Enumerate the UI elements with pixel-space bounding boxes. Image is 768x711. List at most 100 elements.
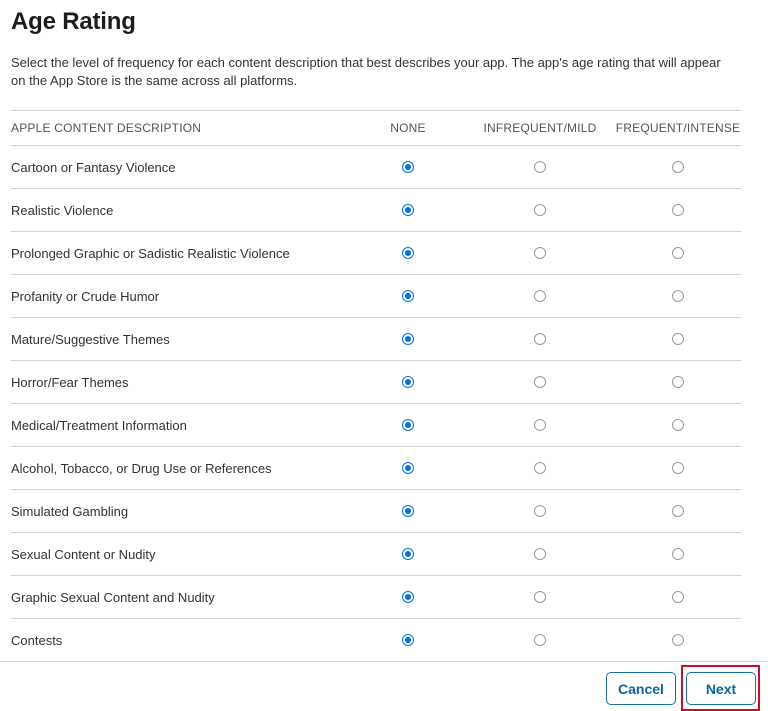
table-body: Cartoon or Fantasy Violence Realistic Vio… [11, 146, 741, 662]
radio-none[interactable] [402, 419, 414, 431]
radio-cell-frequent [608, 275, 748, 317]
page-description: Select the level of frequency for each c… [11, 55, 721, 88]
row-label: Graphic Sexual Content and Nudity [11, 589, 215, 605]
radio-cell-none [338, 576, 478, 618]
radio-infrequent[interactable] [534, 161, 546, 173]
radio-frequent[interactable] [672, 634, 684, 646]
radio-none[interactable] [402, 247, 414, 259]
radio-frequent[interactable] [672, 548, 684, 560]
radio-cell-infrequent [470, 232, 610, 274]
radio-cell-none [338, 490, 478, 532]
radio-frequent[interactable] [672, 247, 684, 259]
radio-infrequent[interactable] [534, 591, 546, 603]
row-label: Mature/Suggestive Themes [11, 331, 170, 347]
radio-frequent[interactable] [672, 161, 684, 173]
table-row: Sexual Content or Nudity [11, 533, 741, 576]
radio-infrequent[interactable] [534, 247, 546, 259]
radio-infrequent[interactable] [534, 505, 546, 517]
content-rating-table: APPLE CONTENT DESCRIPTION NONE INFREQUEN… [11, 110, 741, 662]
radio-none[interactable] [402, 204, 414, 216]
footer-divider [0, 661, 768, 662]
table-row: Horror/Fear Themes [11, 361, 741, 404]
radio-cell-frequent [608, 146, 748, 188]
radio-cell-none [338, 404, 478, 446]
radio-cell-frequent [608, 404, 748, 446]
radio-cell-frequent [608, 189, 748, 231]
radio-frequent[interactable] [672, 204, 684, 216]
radio-frequent[interactable] [672, 290, 684, 302]
radio-infrequent[interactable] [534, 634, 546, 646]
row-label: Medical/Treatment Information [11, 417, 187, 433]
radio-cell-frequent [608, 533, 748, 575]
radio-infrequent[interactable] [534, 419, 546, 431]
radio-infrequent[interactable] [534, 204, 546, 216]
radio-frequent[interactable] [672, 376, 684, 388]
radio-cell-infrequent [470, 189, 610, 231]
row-label: Horror/Fear Themes [11, 374, 129, 390]
radio-none[interactable] [402, 161, 414, 173]
row-label: Realistic Violence [11, 202, 114, 218]
radio-infrequent[interactable] [534, 462, 546, 474]
radio-none[interactable] [402, 462, 414, 474]
radio-cell-frequent [608, 361, 748, 403]
radio-none[interactable] [402, 505, 414, 517]
row-label: Profanity or Crude Humor [11, 288, 160, 304]
radio-frequent[interactable] [672, 462, 684, 474]
radio-infrequent[interactable] [534, 548, 546, 560]
radio-cell-infrequent [470, 533, 610, 575]
radio-frequent[interactable] [672, 333, 684, 345]
radio-none[interactable] [402, 376, 414, 388]
table-row: Cartoon or Fantasy Violence [11, 146, 741, 189]
radio-infrequent[interactable] [534, 333, 546, 345]
column-header-frequent: FREQUENT/INTENSE [615, 121, 741, 135]
radio-cell-frequent [608, 447, 748, 489]
radio-cell-infrequent [470, 619, 610, 661]
radio-infrequent[interactable] [534, 290, 546, 302]
radio-cell-infrequent [470, 361, 610, 403]
radio-none[interactable] [402, 333, 414, 345]
table-row: Prolonged Graphic or Sadistic Realistic … [11, 232, 741, 275]
table-row: Profanity or Crude Humor [11, 275, 741, 318]
radio-none[interactable] [402, 290, 414, 302]
radio-cell-frequent [608, 619, 748, 661]
table-row: Mature/Suggestive Themes [11, 318, 741, 361]
cancel-button[interactable]: Cancel [606, 672, 676, 705]
table-row: Simulated Gambling [11, 490, 741, 533]
row-label: Cartoon or Fantasy Violence [11, 159, 176, 175]
radio-cell-infrequent [470, 576, 610, 618]
column-header-none: NONE [390, 121, 426, 135]
row-label: Alcohol, Tobacco, or Drug Use or Referen… [11, 460, 272, 476]
radio-frequent[interactable] [672, 505, 684, 517]
radio-cell-infrequent [470, 146, 610, 188]
radio-cell-none [338, 447, 478, 489]
radio-cell-frequent [608, 490, 748, 532]
table-row: Realistic Violence [11, 189, 741, 232]
table-row: Medical/Treatment Information [11, 404, 741, 447]
row-label: Sexual Content or Nudity [11, 546, 156, 562]
radio-infrequent[interactable] [534, 376, 546, 388]
radio-frequent[interactable] [672, 419, 684, 431]
radio-cell-none [338, 533, 478, 575]
radio-cell-frequent [608, 232, 748, 274]
radio-cell-infrequent [470, 275, 610, 317]
radio-cell-none [338, 619, 478, 661]
next-button[interactable]: Next [686, 672, 756, 705]
radio-cell-infrequent [470, 447, 610, 489]
radio-none[interactable] [402, 634, 414, 646]
row-label: Simulated Gambling [11, 503, 129, 519]
radio-frequent[interactable] [672, 591, 684, 603]
table-row: Graphic Sexual Content and Nudity [11, 576, 741, 619]
column-header-description: APPLE CONTENT DESCRIPTION [11, 121, 202, 135]
table-header-row: APPLE CONTENT DESCRIPTION NONE INFREQUEN… [11, 111, 741, 146]
radio-cell-infrequent [470, 318, 610, 360]
row-label: Prolonged Graphic or Sadistic Realistic … [11, 245, 290, 261]
row-label: Contests [11, 632, 63, 648]
column-header-infrequent: INFREQUENT/MILD [483, 121, 597, 135]
table-row: Contests [11, 619, 741, 662]
radio-cell-none [338, 232, 478, 274]
radio-none[interactable] [402, 548, 414, 560]
radio-none[interactable] [402, 591, 414, 603]
radio-cell-none [338, 275, 478, 317]
radio-cell-frequent [608, 318, 748, 360]
radio-cell-none [338, 146, 478, 188]
